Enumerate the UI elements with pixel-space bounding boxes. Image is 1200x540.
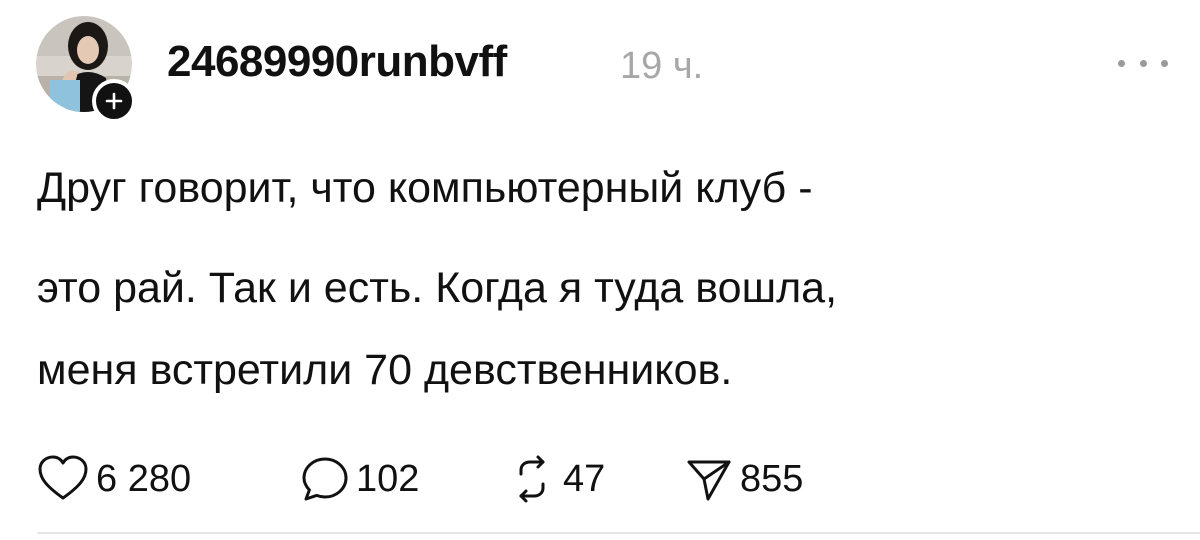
more-icon-dot <box>1118 59 1125 67</box>
share-count: 855 <box>740 458 804 500</box>
more-icon-dot <box>1161 59 1168 67</box>
reply-count: 102 <box>356 458 420 500</box>
more-options-button[interactable] <box>1118 56 1168 70</box>
send-icon <box>687 460 731 501</box>
reply-button[interactable]: 102 <box>300 454 419 504</box>
like-count: 6 280 <box>96 458 192 500</box>
comment-icon <box>302 457 348 501</box>
share-button[interactable]: 855 <box>684 454 803 504</box>
username[interactable]: 24689990runbvff <box>167 36 507 88</box>
post-text-line: Друг говорит, что компьютерный клуб - <box>37 164 813 212</box>
avatar-container[interactable] <box>36 16 136 123</box>
heart-icon <box>38 455 88 500</box>
repost-count: 47 <box>563 458 606 500</box>
post-time: 19 ч. <box>620 45 704 87</box>
plus-icon <box>105 92 123 110</box>
post-text-line: это рай. Так и есть. Когда я туда вошла, <box>37 264 838 312</box>
follow-button[interactable] <box>92 79 136 123</box>
more-icon-dot <box>1139 59 1147 67</box>
divider <box>37 532 1200 534</box>
repost-button[interactable]: 47 <box>507 454 605 504</box>
repost-icon <box>519 455 545 503</box>
post-text-line: меня встретили 70 девственников. <box>37 346 733 394</box>
post: 24689990runbvff 19 ч. Друг говорит, что … <box>0 0 1200 540</box>
like-button[interactable]: 6 280 <box>36 454 191 504</box>
